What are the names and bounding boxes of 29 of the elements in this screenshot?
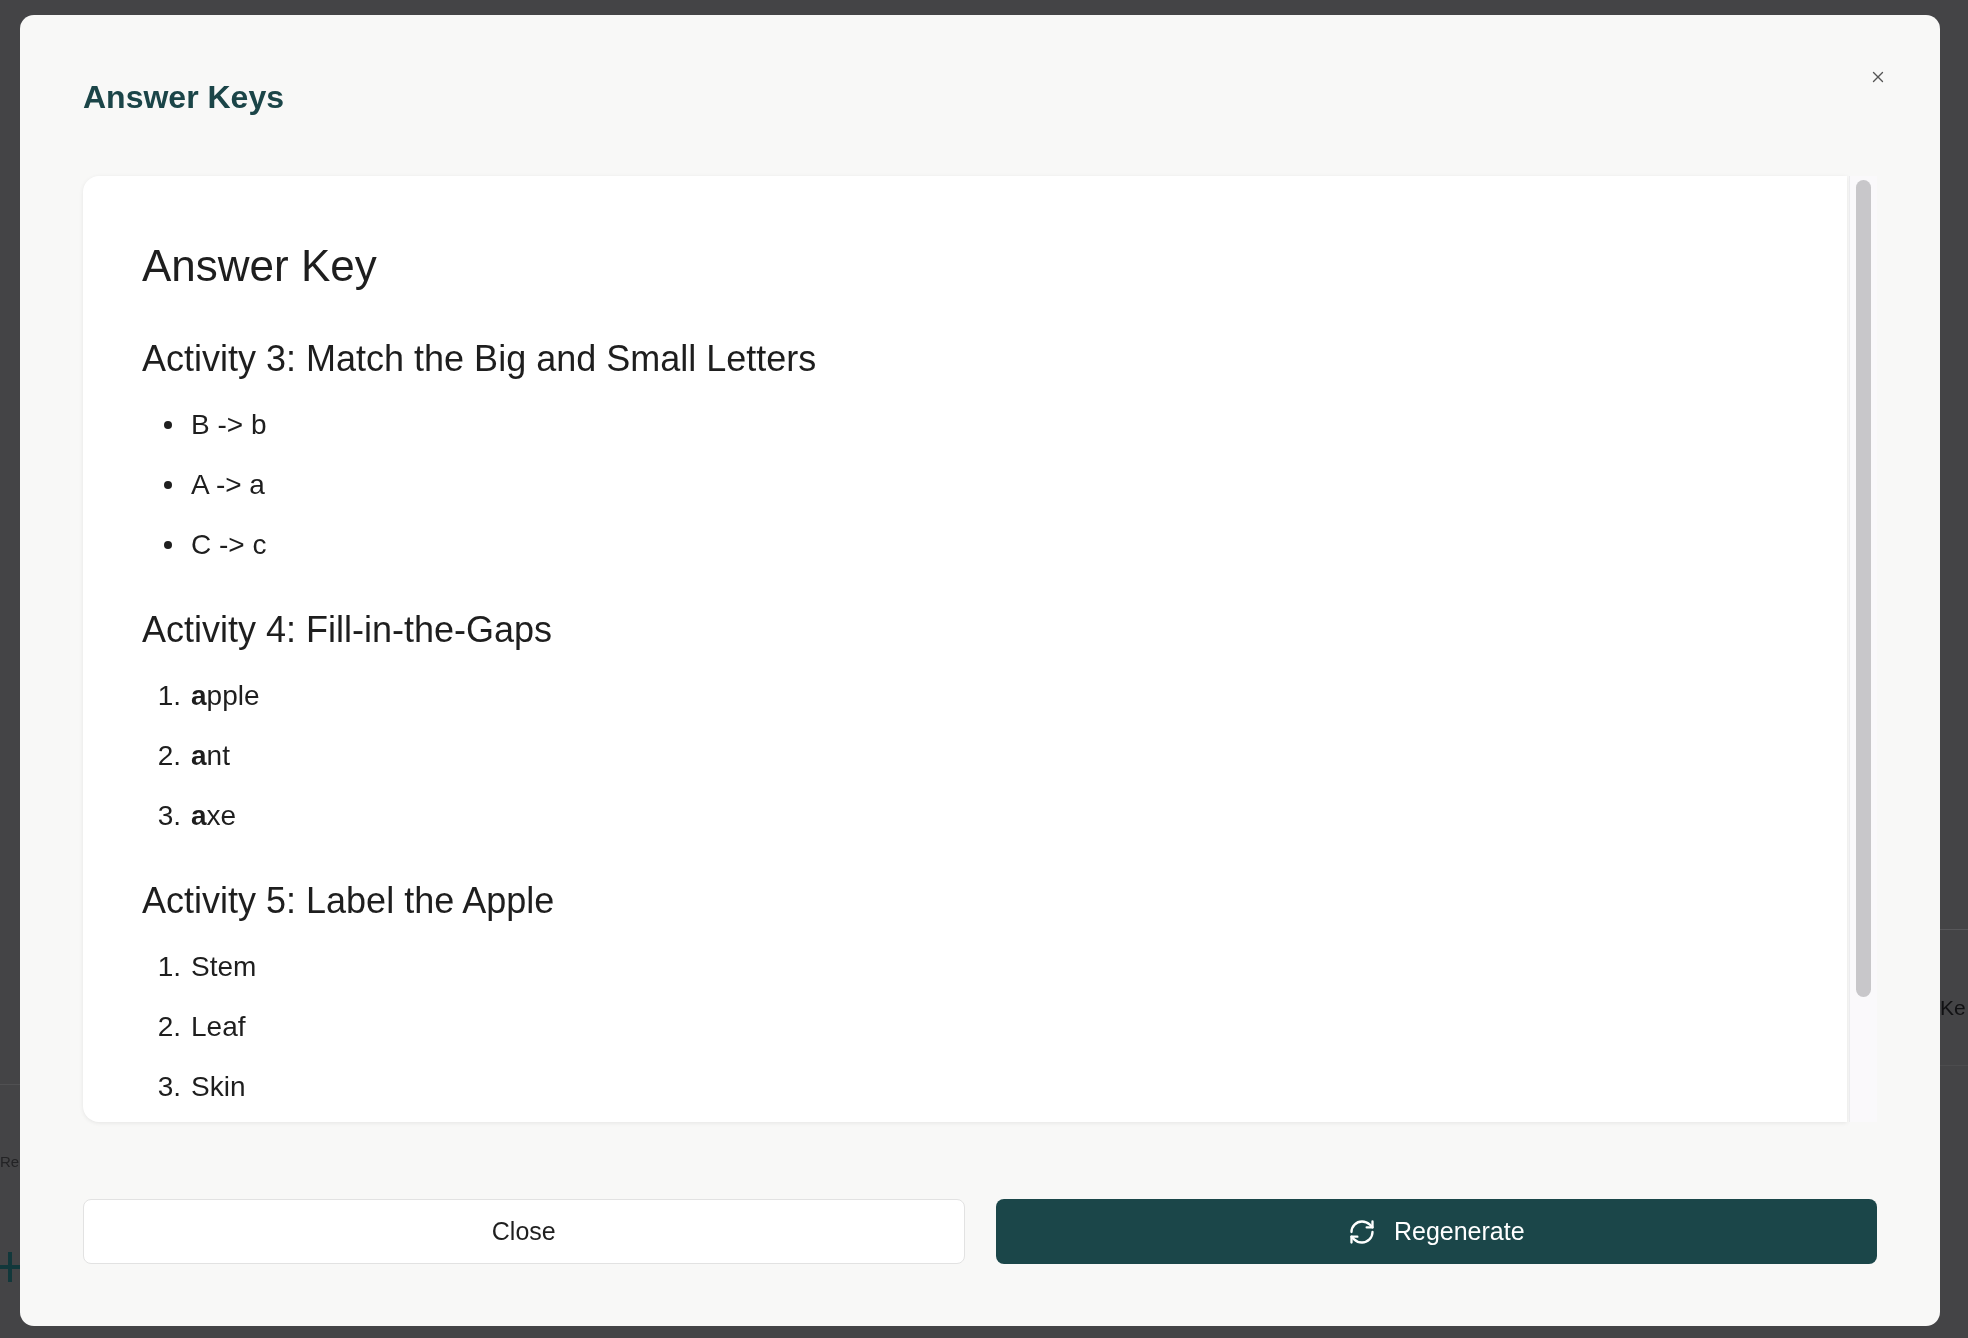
refresh-icon (1347, 1217, 1376, 1246)
list-item-text: Leaf (191, 1010, 246, 1044)
list-item-text: Skin (191, 1070, 246, 1104)
plus-icon (0, 1252, 20, 1282)
list-number: 1. (157, 950, 181, 984)
list-item-text: A -> a (191, 468, 265, 502)
list-item-text: ant (191, 739, 230, 773)
activity-heading: Activity 3: Match the Big and Small Letters (142, 337, 817, 381)
bullet-icon (164, 421, 172, 429)
bullet-icon (164, 481, 172, 489)
list-number: 3. (157, 1070, 181, 1104)
list-item-text: axe (191, 799, 237, 833)
bullet-icon (164, 541, 172, 549)
list-item-text: Stem (191, 950, 257, 984)
scrollbar[interactable] (1849, 176, 1877, 1122)
regenerate-button[interactable]: Regenerate (995, 1199, 1877, 1264)
dialog-title: Answer Keys (83, 78, 284, 117)
activity-heading: Activity 5: Label the Apple (142, 879, 555, 923)
close-button[interactable]: Close (83, 1199, 965, 1264)
list-item-text: B -> b (191, 408, 267, 442)
activity-heading: Activity 4: Fill-in-the-Gaps (142, 608, 553, 652)
scrollbar-thumb[interactable] (1856, 180, 1871, 997)
list-number: 3. (157, 799, 181, 833)
list-number: 2. (157, 739, 181, 773)
list-item-text: C -> c (191, 528, 267, 562)
document-heading: Answer Key (142, 240, 377, 292)
list-number: 1. (157, 679, 181, 713)
list-number: 2. (157, 1010, 181, 1044)
list-item-text: apple (191, 679, 260, 713)
